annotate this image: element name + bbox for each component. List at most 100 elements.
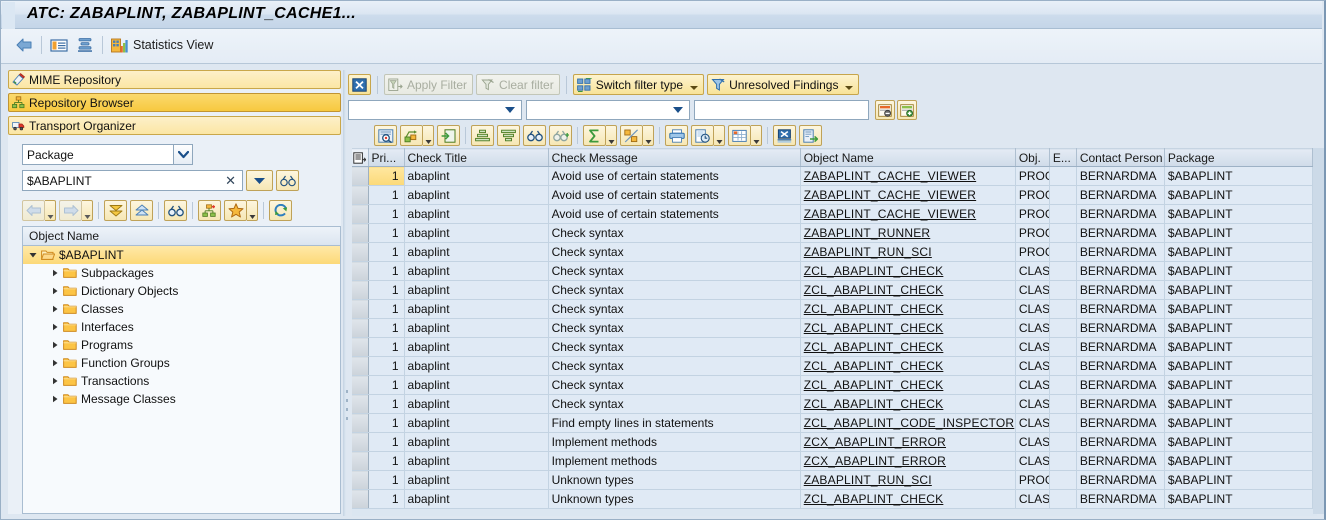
object-name-link[interactable]: ZCX_ABAPLINT_ERROR [804, 454, 946, 468]
insert-row-button[interactable] [437, 125, 460, 146]
cell-object-name[interactable]: ZCL_ABAPLINT_CHECK [800, 280, 1016, 300]
favorites-button[interactable] [224, 200, 247, 221]
row-selector[interactable] [352, 299, 369, 319]
chevron-right-icon[interactable] [49, 269, 60, 277]
tree-find-button[interactable] [164, 200, 187, 221]
object-name-link[interactable]: ZCL_ABAPLINT_CHECK [804, 283, 944, 297]
cell-object-name[interactable]: ZABAPLINT_CACHE_VIEWER [800, 204, 1016, 224]
findings-table-container[interactable]: Pri... Check Title Check Message Object Nam… [352, 148, 1317, 516]
tree-node-interfaces[interactable]: Interfaces [23, 318, 340, 336]
layout-button[interactable] [728, 125, 751, 146]
object-search-button[interactable] [276, 170, 299, 191]
table-row[interactable]: 1 abaplint Check syntax ZCL_ABAPLINT_CHECK C… [352, 394, 1314, 414]
object-name-link[interactable]: ZCL_ABAPLINT_CHECK [804, 340, 944, 354]
collapse-all-button[interactable] [130, 200, 153, 221]
total-button[interactable] [583, 125, 606, 146]
object-name-link[interactable]: ZCL_ABAPLINT_CHECK [804, 321, 944, 335]
column-header-check-message[interactable]: Check Message [548, 148, 801, 167]
row-selector[interactable] [352, 166, 369, 186]
object-name-link[interactable]: ZCL_ABAPLINT_CODE_INSPECTOR [804, 416, 1015, 430]
panel-splitter[interactable] [343, 70, 346, 516]
object-name-link[interactable]: ZABAPLINT_CACHE_VIEWER [804, 207, 976, 221]
row-selector[interactable] [352, 489, 369, 509]
expand-all-button[interactable] [104, 200, 127, 221]
tree-node-message-classes[interactable]: Message Classes [23, 390, 340, 408]
object-tree[interactable]: $ABAPLINT Subpackages Dictionary Objects C… [22, 246, 341, 514]
print-preview-button[interactable] [691, 125, 714, 146]
object-name-link[interactable]: ZCL_ABAPLINT_CHECK [804, 264, 944, 278]
row-selector[interactable] [352, 204, 369, 224]
object-name-link[interactable]: ZABAPLINT_CACHE_VIEWER [804, 169, 976, 183]
row-selector[interactable] [352, 318, 369, 338]
row-selector[interactable] [352, 375, 369, 395]
filter-field-select[interactable] [348, 100, 522, 120]
object-list-button[interactable] [198, 200, 221, 221]
column-header-package[interactable]: Package [1164, 148, 1314, 167]
chevron-right-icon[interactable] [49, 341, 60, 349]
row-selector[interactable] [352, 261, 369, 281]
column-header-e-col[interactable]: E... [1049, 148, 1077, 167]
row-selector[interactable] [352, 451, 369, 471]
export-button[interactable] [799, 125, 822, 146]
cell-object-name[interactable]: ZABAPLINT_RUN_SCI [800, 242, 1016, 262]
add-filter-row-button[interactable] [897, 100, 917, 120]
table-row[interactable]: 1 abaplint Avoid use of certain statements… [352, 166, 1314, 186]
table-row[interactable]: 1 abaplint Check syntax ZABAPLINT_RUNNER PRO… [352, 223, 1314, 243]
cell-object-name[interactable]: ZCL_ABAPLINT_CHECK [800, 318, 1016, 338]
cell-object-name[interactable]: ZCL_ABAPLINT_CHECK [800, 394, 1016, 414]
row-selector[interactable] [352, 223, 369, 243]
table-row[interactable]: 1 abaplint Check syntax ZCL_ABAPLINT_CHECK C… [352, 356, 1314, 376]
tree-node-subpackages[interactable]: Subpackages [23, 264, 340, 282]
column-header-contact-person[interactable]: Contact Person [1076, 148, 1165, 167]
subtotal-button[interactable] [620, 125, 643, 146]
cell-object-name[interactable]: ZCL_ABAPLINT_CHECK [800, 356, 1016, 376]
filter-value-input[interactable] [694, 100, 869, 120]
excel-export-button[interactable] [773, 125, 796, 146]
object-name-link[interactable]: ZABAPLINT_CACHE_VIEWER [804, 188, 976, 202]
object-name-link[interactable]: ZABAPLINT_RUN_SCI [804, 473, 932, 487]
print-button[interactable] [665, 125, 688, 146]
close-filter-button[interactable] [348, 74, 371, 95]
object-type-select[interactable]: Package [22, 144, 193, 165]
sort-descending-button[interactable] [497, 125, 520, 146]
chevron-down-icon[interactable] [690, 86, 699, 90]
grid-find-button[interactable] [523, 125, 546, 146]
object-name-link[interactable]: ZCL_ABAPLINT_CHECK [804, 378, 944, 392]
remove-filter-row-button[interactable] [875, 100, 895, 120]
cell-object-name[interactable]: ZCL_ABAPLINT_CHECK [800, 299, 1016, 319]
unresolved-findings-button[interactable]: Unresolved Findings [707, 74, 860, 95]
column-header-obj-type[interactable]: Obj. [1015, 148, 1050, 167]
tree-node-transactions[interactable]: Transactions [23, 372, 340, 390]
cell-object-name[interactable]: ZABAPLINT_RUNNER [800, 223, 1016, 243]
cell-object-name[interactable]: ZCL_ABAPLINT_CHECK [800, 489, 1016, 509]
chevron-right-icon[interactable] [49, 359, 60, 367]
chevron-right-icon[interactable] [49, 395, 60, 403]
row-selector[interactable] [352, 185, 369, 205]
table-row[interactable]: 1 abaplint Check syntax ZCL_ABAPLINT_CHECK C… [352, 318, 1314, 338]
row-selector[interactable] [352, 280, 369, 300]
chevron-right-icon[interactable] [49, 377, 60, 385]
tree-refresh-button[interactable] [269, 200, 292, 221]
chevron-right-icon[interactable] [49, 305, 60, 313]
row-selector[interactable] [352, 432, 369, 452]
object-name-link[interactable]: ZCX_ABAPLINT_ERROR [804, 435, 946, 449]
cell-object-name[interactable]: ZCL_ABAPLINT_CHECK [800, 261, 1016, 281]
clear-x-icon[interactable]: ✕ [225, 174, 236, 187]
table-row[interactable]: 1 abaplint Implement methods ZCX_ABAPLINT_E… [352, 432, 1314, 452]
apply-filter-button[interactable]: Apply Filter [384, 74, 474, 95]
table-row[interactable]: 1 abaplint Check syntax ZCL_ABAPLINT_CHECK C… [352, 280, 1314, 300]
cell-object-name[interactable]: ZCX_ABAPLINT_ERROR [800, 451, 1016, 471]
tree-node-root[interactable]: $ABAPLINT [23, 246, 340, 264]
filter-operator-select[interactable] [526, 100, 690, 120]
cell-object-name[interactable]: ZCX_ABAPLINT_ERROR [800, 432, 1016, 452]
table-row[interactable]: 1 abaplint Unknown types ZCL_ABAPLINT_CHECK… [352, 489, 1314, 509]
table-row[interactable]: 1 abaplint Check syntax ZCL_ABAPLINT_CHECK C… [352, 299, 1314, 319]
cell-object-name[interactable]: ZCL_ABAPLINT_CHECK [800, 337, 1016, 357]
object-name-input[interactable]: $ABAPLINT ✕ [22, 170, 243, 191]
row-selector[interactable] [352, 356, 369, 376]
back-arrow-icon[interactable] [15, 37, 33, 53]
switch-filter-type-button[interactable]: Switch filter type [572, 74, 705, 95]
table-row[interactable]: 1 abaplint Avoid use of certain statements… [352, 185, 1314, 205]
column-header-check-title[interactable]: Check Title [404, 148, 549, 167]
hierarchy-icon[interactable] [76, 37, 94, 53]
